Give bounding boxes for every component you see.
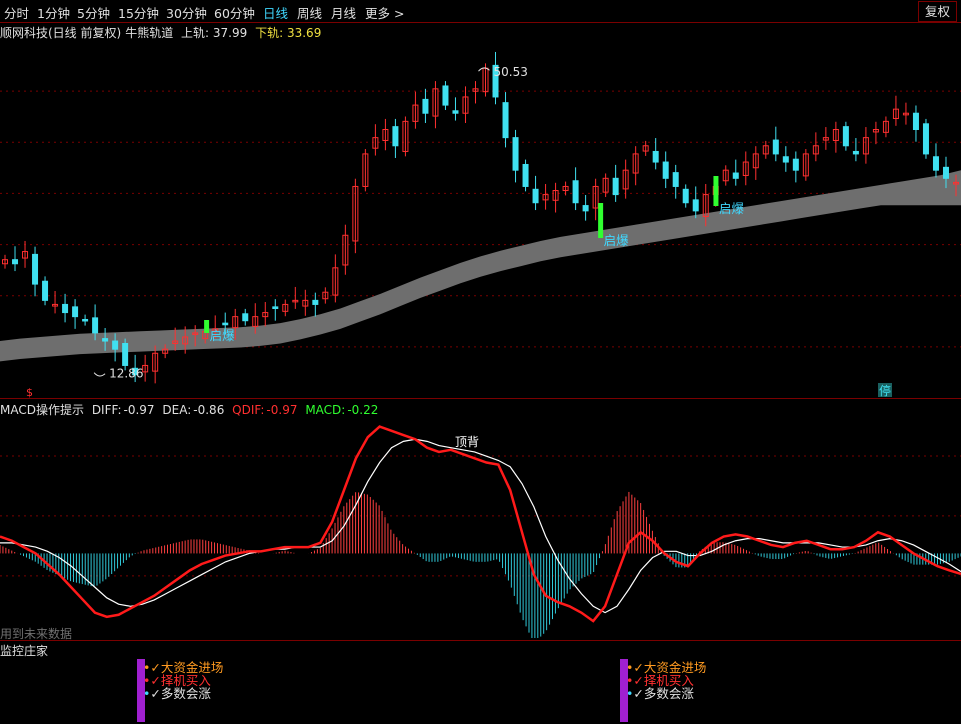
signal-green-bar (713, 176, 719, 206)
candle-body (122, 342, 129, 366)
candle-body (852, 150, 859, 155)
signal-labels-1: •✓大资金进场 •✓择机买入 •✓多数会涨 (143, 661, 223, 700)
period-tab-daily[interactable]: 日线 (263, 3, 288, 22)
candle-body (112, 340, 119, 350)
s-marker: $ (26, 386, 33, 398)
candle-body (312, 299, 319, 305)
candle-body (772, 139, 779, 155)
candle-body (222, 322, 229, 326)
candle-body (72, 306, 79, 318)
period-tab-timeshare[interactable]: 分时 (4, 3, 29, 22)
candle-body (922, 123, 929, 155)
candle-body (512, 137, 519, 171)
candle-body (532, 188, 539, 204)
macd-value: -0.22 (347, 403, 379, 417)
period-tab-60min[interactable]: 60分钟 (214, 3, 255, 22)
candle-body (272, 306, 279, 310)
candle-body (932, 156, 939, 171)
main-legend: 顺网科技(日线 前复权) 牛熊轨道 上轨: 37.99 下轨: 33.69 (0, 24, 325, 41)
pane-divider-2 (0, 640, 961, 641)
monitor-title: 监控庄家 (0, 644, 49, 658)
period-tab-15min[interactable]: 15分钟 (118, 3, 159, 22)
candle-body (612, 177, 619, 196)
lower-value: 33.69 (286, 26, 322, 40)
candle-body (92, 317, 99, 334)
macd-title: MACD操作提示 (0, 403, 84, 417)
signal-green-bar (204, 320, 210, 333)
candle-body (102, 338, 109, 342)
candle-body (242, 313, 249, 322)
candle-body (522, 163, 529, 187)
period-tab-1min[interactable]: 1分钟 (37, 3, 70, 22)
candle-body (572, 180, 579, 204)
price-chart: 启爆启爆启爆50.5312.86停$ (0, 51, 961, 398)
indicator-name: 牛熊轨道 (125, 26, 174, 40)
candle-body (12, 259, 19, 265)
upper-label: 上轨: (181, 26, 210, 40)
bull-bear-band (0, 170, 961, 362)
candle-body (502, 102, 509, 139)
stock-title: 顺网科技(日线 前复权) (0, 26, 122, 40)
candle-body (422, 98, 429, 114)
candle-body (652, 150, 659, 163)
signal-green-bar (598, 203, 604, 238)
candle-body (62, 303, 69, 314)
candle-body (672, 172, 679, 187)
candle-body (662, 161, 669, 179)
dea-label: DEA: (162, 403, 192, 417)
candle-body (692, 199, 699, 212)
high-price-label: 50.53 (494, 65, 528, 79)
candle-body (82, 318, 89, 322)
upper-value: 37.99 (212, 26, 248, 40)
candle-body (392, 126, 399, 147)
period-toolbar: 分时 1分钟 5分钟 15分钟 30分钟 60分钟 日线 周线 月线 更多 > … (0, 0, 961, 23)
qdif-label: QDIF: (232, 403, 265, 417)
diff-label: DIFF: (91, 403, 122, 417)
signal-label: 启爆 (719, 201, 745, 216)
candle-body (582, 205, 589, 212)
signal-label: 启爆 (210, 328, 236, 343)
signal-2-line-3: •✓多数会涨 (626, 686, 694, 701)
restore-rights-button[interactable]: 复权 (917, 1, 957, 22)
period-tab-weekly[interactable]: 周线 (297, 3, 322, 22)
candle-body (792, 158, 799, 171)
period-tab-5min[interactable]: 5分钟 (77, 3, 110, 22)
dea-line (0, 438, 961, 614)
candle-body (912, 112, 919, 130)
macd-chart: 顶背 (0, 425, 961, 638)
candle-body (842, 126, 849, 147)
candle-body (42, 280, 49, 301)
period-tab-monthly[interactable]: 月线 (331, 3, 356, 22)
candle-body (442, 85, 449, 106)
macd-label: MACD: (305, 403, 346, 417)
qdif-value: -0.97 (266, 403, 298, 417)
candle-body (452, 110, 459, 114)
candle-body (732, 172, 739, 179)
low-marker (93, 372, 106, 377)
signal-1-line-3: •✓多数会涨 (143, 686, 211, 701)
signal-label: 启爆 (604, 233, 630, 248)
period-tab-30min[interactable]: 30分钟 (166, 3, 207, 22)
lower-label: 下轨: (255, 26, 284, 40)
candle-body (782, 156, 789, 163)
low-price-label: 12.86 (109, 367, 143, 381)
candle-body (942, 166, 949, 179)
stop-badge: 停 (879, 383, 891, 398)
period-tab-more[interactable]: 更多 > (365, 3, 404, 22)
signal-labels-2: •✓大资金进场 •✓择机买入 •✓多数会涨 (626, 661, 706, 700)
candle-body (32, 253, 39, 285)
candle-body (682, 188, 689, 204)
diff-value: -0.97 (123, 403, 155, 417)
dea-value: -0.86 (193, 403, 225, 417)
top-divergence-label: 顶背 (455, 435, 479, 449)
pane-divider (0, 398, 961, 399)
